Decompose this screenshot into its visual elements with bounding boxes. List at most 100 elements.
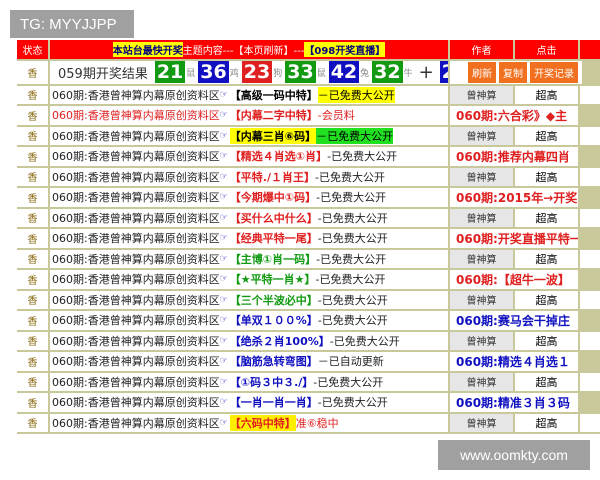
side-topic-link[interactable]: 060期:2015年→开奖 <box>450 188 580 207</box>
topic-prefix[interactable]: 060期:香港曾神算内幕原创资料区 <box>52 189 220 205</box>
author-button[interactable]: 曾神算 <box>450 331 513 350</box>
topic-prefix[interactable]: 060期:香港曾神算内幕原创资料区 <box>52 87 220 103</box>
topic-tag[interactable]: 【内幕三肖⑥码】 <box>229 127 317 144</box>
topic-tag[interactable]: 【买什么中什么】 <box>230 210 318 226</box>
author-button[interactable]: 曾神算 <box>450 413 513 432</box>
topic-prefix[interactable]: 060期:香港曾神算内幕原创资料区 <box>52 312 220 328</box>
topic-cell[interactable]: 060期:香港曾神算内幕原创资料区 ☞ 【三个半波必中】 -已免费大公开 <box>50 290 450 309</box>
topic-cell[interactable]: 060期:香港曾神算内幕原创资料区 ☞ 【内幕三肖⑥码】 －已免费大公开 <box>50 126 450 145</box>
topic-prefix[interactable]: 060期:香港曾神算内幕原创资料区 <box>52 128 220 144</box>
copy-button[interactable]: 复制 <box>499 61 527 83</box>
topic-cell[interactable]: 060期:香港曾神算内幕原创资料区 ☞ 【主博①肖一码】 -已免费大公开 <box>50 249 450 268</box>
extra-cell <box>580 413 600 432</box>
topic-status: -已免费大公开 <box>329 334 400 348</box>
table-row: 香 060期:香港曾神算内幕原创资料区 ☞ 【★平特一肖★】 -已免费大公开 060期:【… <box>17 270 600 291</box>
topic-prefix[interactable]: 060期:香港曾神算内幕原创资料区 <box>52 292 220 308</box>
topic-cell[interactable]: 060期:香港曾神算内幕原创资料区 ☞ 【精选４肖选①肖】 -已免费大公开 <box>50 147 450 166</box>
topic-cell[interactable]: 060期:香港曾神算内幕原创资料区 ☞ 【①码３中３./】 -已免费大公开 <box>50 372 450 391</box>
clicks-cell: 超高 <box>515 126 580 145</box>
topic-tag[interactable]: 【绝杀２肖100%】 <box>230 333 330 349</box>
special-number-ball: 20 <box>439 61 448 83</box>
topic-status: -已免费大公开 <box>314 170 385 184</box>
topic-status: 准⑥稳中 <box>295 416 339 430</box>
number-ball: 32 <box>372 61 403 83</box>
side-topic-link[interactable]: 060期:开奖直播平特一 <box>450 229 580 248</box>
topic-status: -会员料 <box>317 109 355 123</box>
table-row: 香 060期:香港曾神算内幕原创资料区 ☞ 【①码３中３./】 -已免费大公开 曾神算 超高 <box>17 372 600 393</box>
topic-tag[interactable]: 【平特./１肖王】 <box>230 169 315 185</box>
topic-tag[interactable]: 【高级一码中特】 <box>230 87 318 103</box>
topic-cell[interactable]: 060期:香港曾神算内幕原创资料区 ☞ 【单双１００%】 -已免费大公开 <box>50 311 450 330</box>
topic-prefix[interactable]: 060期:香港曾神算内幕原创资料区 <box>52 415 220 431</box>
topic-prefix[interactable]: 060期:香港曾神算内幕原创资料区 <box>52 251 220 267</box>
live-draw-link[interactable]: 【098开奖直播】 <box>304 41 386 57</box>
topic-prefix[interactable]: 060期:香港曾神算内幕原创资料区 <box>52 353 220 369</box>
topic-prefix[interactable]: 060期:香港曾神算内幕原创资料区 <box>52 169 220 185</box>
extra-cell <box>580 249 600 268</box>
topic-status: -已免费大公开 <box>317 232 388 246</box>
author-button[interactable]: 曾神算 <box>450 85 513 104</box>
side-topic-link[interactable]: 060期:六合彩》◆主 <box>450 106 580 125</box>
topic-cell[interactable]: 060期:香港曾神算内幕原创资料区 ☞ 【脑筋急转弯图】 －已自动更新 <box>50 352 450 371</box>
table-row: 香 060期:香港曾神算内幕原创资料区 ☞ 【今期爆中①码】 -已免费大公开 060期:2… <box>17 188 600 209</box>
refresh-button[interactable]: 刷新 <box>468 61 496 83</box>
table-row: 香 060期:香港曾神算内幕原创资料区 ☞ 【三个半波必中】 -已免费大公开 曾神算 超高 <box>17 290 600 311</box>
topic-tag[interactable]: 【单双１００%】 <box>230 312 318 328</box>
side-topic-link[interactable]: 060期:【超牛一波】 <box>450 270 580 289</box>
topic-cell[interactable]: 060期:香港曾神算内幕原创资料区 ☞ 【经典平特一尾】 -已免费大公开 <box>50 229 450 248</box>
author-button[interactable]: 曾神算 <box>450 126 513 145</box>
side-topic-link[interactable]: 060期:推荐内幕四肖 <box>450 147 580 166</box>
draw-buttons: 刷新 复制 开奖记录 <box>450 60 582 84</box>
topic-tag[interactable]: 【★平特一肖★】 <box>230 271 316 287</box>
status-cell: 香 <box>17 393 50 412</box>
author-button[interactable]: 曾神算 <box>450 372 513 391</box>
author-button[interactable]: 曾神算 <box>450 290 513 309</box>
status-cell: 香 <box>17 126 50 145</box>
topic-prefix[interactable]: 060期:香港曾神算内幕原创资料区 <box>52 394 220 410</box>
topic-prefix[interactable]: 060期:香港曾神算内幕原创资料区 <box>52 107 220 123</box>
draw-label: 059期开奖结果 <box>58 66 148 82</box>
topic-cell[interactable]: 060期:香港曾神算内幕原创资料区 ☞ 【一肖一肖一肖】 -已免费大公开 <box>50 393 450 412</box>
topic-cell[interactable]: 060期:香港曾神算内幕原创资料区 ☞ 【内幕二字中特】 -会员料 <box>50 106 450 125</box>
topic-tag[interactable]: 【脑筋急转弯图】 <box>230 353 318 369</box>
topic-tag[interactable]: 【六码中特】 <box>229 414 296 431</box>
pointer-icon: ☞ <box>219 294 228 305</box>
topic-prefix[interactable]: 060期:香港曾神算内幕原创资料区 <box>52 230 220 246</box>
side-topic-link[interactable]: 060期:赛马会干掉庄 <box>450 311 580 330</box>
topic-status: －已自动更新 <box>317 355 384 369</box>
author-cell: 曾神算 <box>450 208 515 227</box>
topic-cell[interactable]: 060期:香港曾神算内幕原创资料区 ☞ 【六码中特】 准⑥稳中 <box>50 413 450 432</box>
topic-prefix[interactable]: 060期:香港曾神算内幕原创资料区 <box>52 148 220 164</box>
topic-cell[interactable]: 060期:香港曾神算内幕原创资料区 ☞ 【买什么中什么】 -已免费大公开 <box>50 208 450 227</box>
topic-prefix[interactable]: 060期:香港曾神算内幕原创资料区 <box>52 374 220 390</box>
topic-cell[interactable]: 060期:香港曾神算内幕原创资料区 ☞ 【高级一码中特】 －已免费大公开 <box>50 85 450 104</box>
status-cell: 香 <box>17 372 50 391</box>
status-cell: 香 <box>17 208 50 227</box>
topic-prefix[interactable]: 060期:香港曾神算内幕原创资料区 <box>52 271 220 287</box>
topic-cell[interactable]: 060期:香港曾神算内幕原创资料区 ☞ 【★平特一肖★】 -已免费大公开 <box>50 270 450 289</box>
table-header: 状态 本站台最快开奖 主题内容---【本页刷新】--- 【098开奖直播】 作者… <box>17 40 600 61</box>
topic-prefix[interactable]: 060期:香港曾神算内幕原创资料区 <box>52 210 220 226</box>
refresh-link[interactable]: 主题内容---【本页刷新】--- <box>183 42 305 57</box>
author-button[interactable]: 曾神算 <box>450 249 513 268</box>
topic-prefix[interactable]: 060期:香港曾神算内幕原创资料区 <box>52 333 220 349</box>
topic-tag[interactable]: 【内幕二字中特】 <box>230 107 318 123</box>
topic-cell[interactable]: 060期:香港曾神算内幕原创资料区 ☞ 【绝杀２肖100%】 -已免费大公开 <box>50 331 450 350</box>
topic-tag[interactable]: 【精选４肖选①肖】 <box>230 148 327 164</box>
status-cell: 香 <box>17 167 50 186</box>
topic-cell[interactable]: 060期:香港曾神算内幕原创资料区 ☞ 【今期爆中①码】 -已免费大公开 <box>50 188 450 207</box>
topic-tag[interactable]: 【今期爆中①码】 <box>230 189 316 205</box>
header-topic-highlight: 本站台最快开奖 <box>112 41 183 57</box>
topic-tag[interactable]: 【主博①肖一码】 <box>230 251 316 267</box>
side-topic-link[interactable]: 060期:精准３肖３码 <box>450 393 580 412</box>
pointer-icon: ☞ <box>219 376 228 387</box>
side-topic-link[interactable]: 060期:精选４肖选１ <box>450 352 580 371</box>
topic-tag[interactable]: 【经典平特一尾】 <box>230 230 318 246</box>
topic-tag[interactable]: 【三个半波必中】 <box>230 292 318 308</box>
draw-history-button[interactable]: 开奖记录 <box>530 61 578 83</box>
author-button[interactable]: 曾神算 <box>450 167 513 186</box>
topic-cell[interactable]: 060期:香港曾神算内幕原创资料区 ☞ 【平特./１肖王】 -已免费大公开 <box>50 167 450 186</box>
topic-tag[interactable]: 【①码３中３./】 <box>230 374 314 390</box>
topic-tag[interactable]: 【一肖一肖一肖】 <box>230 394 318 410</box>
author-button[interactable]: 曾神算 <box>450 208 513 227</box>
